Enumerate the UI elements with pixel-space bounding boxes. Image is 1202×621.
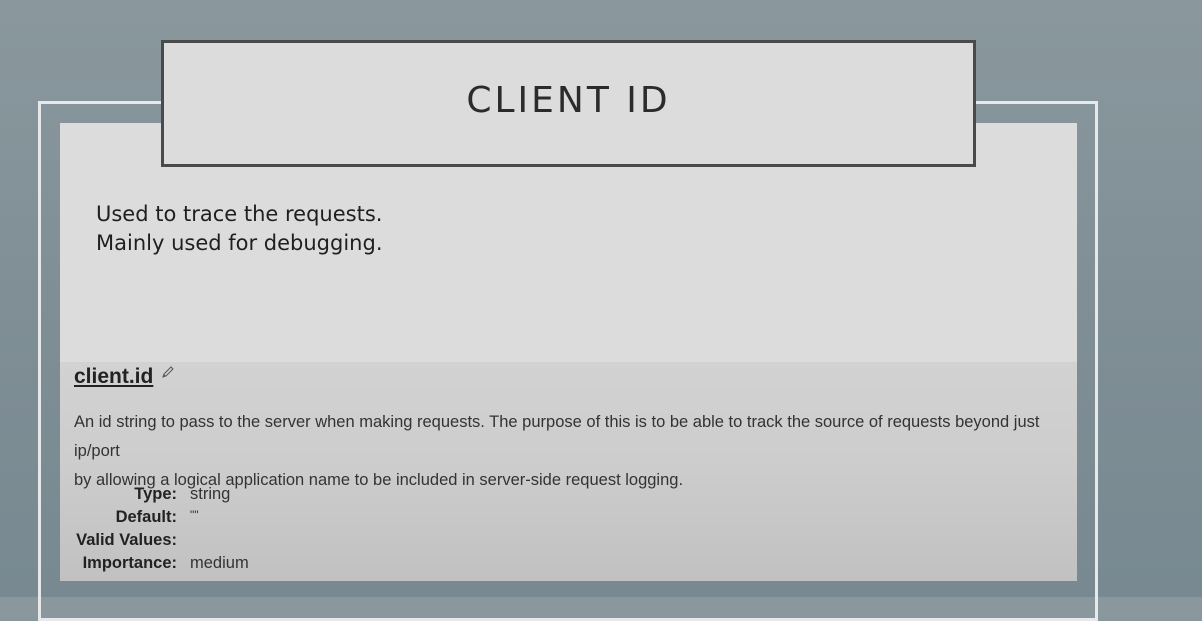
meta-row-valid-values: Valid Values: (60, 529, 249, 552)
property-description: An id string to pass to the server when … (74, 408, 1074, 495)
meta-key: Default: (115, 508, 177, 526)
slide-title-box: CLIENT ID (161, 40, 976, 167)
meta-value: "" (190, 508, 199, 522)
meta-row-default: Default: "" (60, 506, 249, 529)
property-meta-table: Type: string Default: "" Valid Values: I… (60, 483, 249, 575)
meta-value: string (190, 485, 231, 503)
meta-key: Valid Values: (76, 531, 177, 549)
meta-key: Importance: (82, 554, 177, 572)
bullet-line: Mainly used for debugging. (96, 231, 383, 255)
meta-key: Type: (134, 485, 177, 503)
meta-row-type: Type: string (60, 483, 249, 506)
meta-value: medium (190, 554, 249, 572)
property-name-link[interactable]: client.id (74, 365, 153, 389)
pencil-icon[interactable] (161, 365, 175, 379)
slide-bullet-list: Used to trace the requests. Mainly used … (96, 200, 383, 258)
bullet-line: Used to trace the requests. (96, 202, 383, 226)
slide-title: CLIENT ID (466, 80, 671, 121)
description-line: An id string to pass to the server when … (74, 413, 1040, 460)
meta-row-importance: Importance: medium (60, 552, 249, 575)
config-doc-snippet: client.id An id string to pass to the se… (60, 362, 1077, 581)
